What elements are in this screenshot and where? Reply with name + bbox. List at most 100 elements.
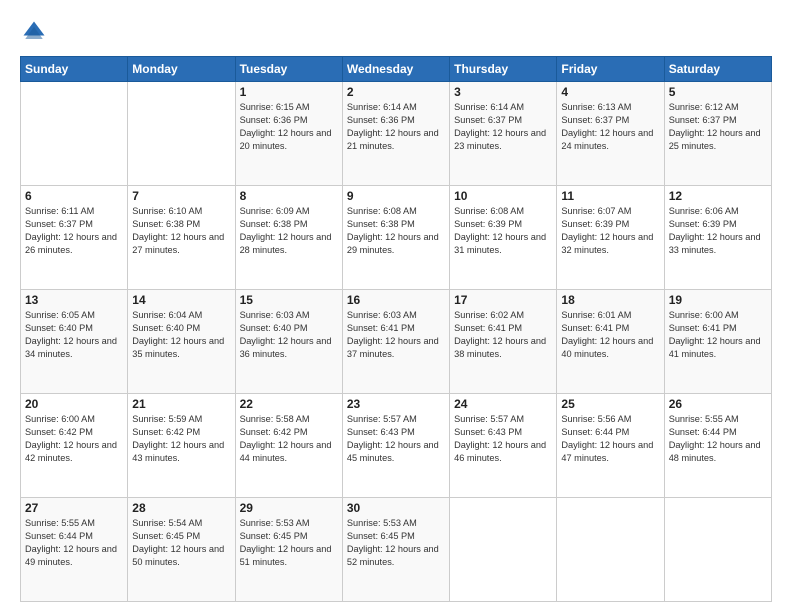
day-number: 1 — [240, 85, 338, 99]
day-number: 24 — [454, 397, 552, 411]
calendar-cell: 13 Sunrise: 6:05 AMSunset: 6:40 PMDaylig… — [21, 290, 128, 394]
day-info: Sunrise: 6:03 AMSunset: 6:41 PMDaylight:… — [347, 310, 439, 359]
day-info: Sunrise: 5:59 AMSunset: 6:42 PMDaylight:… — [132, 414, 224, 463]
header — [20, 18, 772, 46]
day-info: Sunrise: 5:53 AMSunset: 6:45 PMDaylight:… — [240, 518, 332, 567]
day-info: Sunrise: 6:14 AMSunset: 6:37 PMDaylight:… — [454, 102, 546, 151]
calendar-cell: 4 Sunrise: 6:13 AMSunset: 6:37 PMDayligh… — [557, 82, 664, 186]
day-info: Sunrise: 6:08 AMSunset: 6:38 PMDaylight:… — [347, 206, 439, 255]
day-number: 5 — [669, 85, 767, 99]
day-info: Sunrise: 6:00 AMSunset: 6:42 PMDaylight:… — [25, 414, 117, 463]
calendar-cell: 22 Sunrise: 5:58 AMSunset: 6:42 PMDaylig… — [235, 394, 342, 498]
day-number: 26 — [669, 397, 767, 411]
day-number: 28 — [132, 501, 230, 515]
calendar-cell: 29 Sunrise: 5:53 AMSunset: 6:45 PMDaylig… — [235, 498, 342, 602]
calendar-cell: 20 Sunrise: 6:00 AMSunset: 6:42 PMDaylig… — [21, 394, 128, 498]
day-info: Sunrise: 6:14 AMSunset: 6:36 PMDaylight:… — [347, 102, 439, 151]
day-header-monday: Monday — [128, 57, 235, 82]
day-number: 27 — [25, 501, 123, 515]
day-number: 11 — [561, 189, 659, 203]
calendar-cell: 2 Sunrise: 6:14 AMSunset: 6:36 PMDayligh… — [342, 82, 449, 186]
logo-icon — [20, 18, 48, 46]
calendar-cell: 3 Sunrise: 6:14 AMSunset: 6:37 PMDayligh… — [450, 82, 557, 186]
calendar-cell: 28 Sunrise: 5:54 AMSunset: 6:45 PMDaylig… — [128, 498, 235, 602]
day-number: 14 — [132, 293, 230, 307]
calendar-cell: 15 Sunrise: 6:03 AMSunset: 6:40 PMDaylig… — [235, 290, 342, 394]
day-number: 22 — [240, 397, 338, 411]
calendar-cell: 6 Sunrise: 6:11 AMSunset: 6:37 PMDayligh… — [21, 186, 128, 290]
day-info: Sunrise: 6:08 AMSunset: 6:39 PMDaylight:… — [454, 206, 546, 255]
logo — [20, 18, 52, 46]
day-info: Sunrise: 6:01 AMSunset: 6:41 PMDaylight:… — [561, 310, 653, 359]
day-info: Sunrise: 5:55 AMSunset: 6:44 PMDaylight:… — [25, 518, 117, 567]
day-header-saturday: Saturday — [664, 57, 771, 82]
day-info: Sunrise: 6:11 AMSunset: 6:37 PMDaylight:… — [25, 206, 117, 255]
day-header-friday: Friday — [557, 57, 664, 82]
calendar-cell: 26 Sunrise: 5:55 AMSunset: 6:44 PMDaylig… — [664, 394, 771, 498]
day-number: 6 — [25, 189, 123, 203]
day-number: 23 — [347, 397, 445, 411]
day-info: Sunrise: 6:05 AMSunset: 6:40 PMDaylight:… — [25, 310, 117, 359]
day-info: Sunrise: 6:04 AMSunset: 6:40 PMDaylight:… — [132, 310, 224, 359]
day-number: 29 — [240, 501, 338, 515]
calendar-week-1: 1 Sunrise: 6:15 AMSunset: 6:36 PMDayligh… — [21, 82, 772, 186]
day-info: Sunrise: 6:03 AMSunset: 6:40 PMDaylight:… — [240, 310, 332, 359]
calendar-cell: 9 Sunrise: 6:08 AMSunset: 6:38 PMDayligh… — [342, 186, 449, 290]
calendar-cell: 14 Sunrise: 6:04 AMSunset: 6:40 PMDaylig… — [128, 290, 235, 394]
calendar-cell — [557, 498, 664, 602]
day-number: 9 — [347, 189, 445, 203]
calendar-cell: 27 Sunrise: 5:55 AMSunset: 6:44 PMDaylig… — [21, 498, 128, 602]
day-info: Sunrise: 5:56 AMSunset: 6:44 PMDaylight:… — [561, 414, 653, 463]
day-number: 3 — [454, 85, 552, 99]
calendar-cell: 19 Sunrise: 6:00 AMSunset: 6:41 PMDaylig… — [664, 290, 771, 394]
calendar-cell: 12 Sunrise: 6:06 AMSunset: 6:39 PMDaylig… — [664, 186, 771, 290]
calendar-cell: 17 Sunrise: 6:02 AMSunset: 6:41 PMDaylig… — [450, 290, 557, 394]
day-header-thursday: Thursday — [450, 57, 557, 82]
calendar-cell: 24 Sunrise: 5:57 AMSunset: 6:43 PMDaylig… — [450, 394, 557, 498]
calendar-week-5: 27 Sunrise: 5:55 AMSunset: 6:44 PMDaylig… — [21, 498, 772, 602]
calendar-cell — [450, 498, 557, 602]
day-number: 8 — [240, 189, 338, 203]
day-number: 19 — [669, 293, 767, 307]
calendar-cell: 11 Sunrise: 6:07 AMSunset: 6:39 PMDaylig… — [557, 186, 664, 290]
day-number: 15 — [240, 293, 338, 307]
calendar-cell: 5 Sunrise: 6:12 AMSunset: 6:37 PMDayligh… — [664, 82, 771, 186]
calendar-cell: 18 Sunrise: 6:01 AMSunset: 6:41 PMDaylig… — [557, 290, 664, 394]
calendar-week-3: 13 Sunrise: 6:05 AMSunset: 6:40 PMDaylig… — [21, 290, 772, 394]
calendar-cell: 23 Sunrise: 5:57 AMSunset: 6:43 PMDaylig… — [342, 394, 449, 498]
day-number: 13 — [25, 293, 123, 307]
calendar-cell: 16 Sunrise: 6:03 AMSunset: 6:41 PMDaylig… — [342, 290, 449, 394]
calendar-cell: 30 Sunrise: 5:53 AMSunset: 6:45 PMDaylig… — [342, 498, 449, 602]
day-info: Sunrise: 6:12 AMSunset: 6:37 PMDaylight:… — [669, 102, 761, 151]
day-number: 12 — [669, 189, 767, 203]
day-info: Sunrise: 5:58 AMSunset: 6:42 PMDaylight:… — [240, 414, 332, 463]
day-number: 4 — [561, 85, 659, 99]
day-info: Sunrise: 6:09 AMSunset: 6:38 PMDaylight:… — [240, 206, 332, 255]
day-number: 10 — [454, 189, 552, 203]
day-header-tuesday: Tuesday — [235, 57, 342, 82]
calendar-cell: 10 Sunrise: 6:08 AMSunset: 6:39 PMDaylig… — [450, 186, 557, 290]
day-info: Sunrise: 5:54 AMSunset: 6:45 PMDaylight:… — [132, 518, 224, 567]
day-number: 16 — [347, 293, 445, 307]
day-info: Sunrise: 6:10 AMSunset: 6:38 PMDaylight:… — [132, 206, 224, 255]
day-info: Sunrise: 6:06 AMSunset: 6:39 PMDaylight:… — [669, 206, 761, 255]
calendar-cell: 25 Sunrise: 5:56 AMSunset: 6:44 PMDaylig… — [557, 394, 664, 498]
calendar-cell — [664, 498, 771, 602]
day-number: 17 — [454, 293, 552, 307]
calendar-cell: 8 Sunrise: 6:09 AMSunset: 6:38 PMDayligh… — [235, 186, 342, 290]
day-number: 20 — [25, 397, 123, 411]
day-info: Sunrise: 6:13 AMSunset: 6:37 PMDaylight:… — [561, 102, 653, 151]
day-info: Sunrise: 5:57 AMSunset: 6:43 PMDaylight:… — [454, 414, 546, 463]
day-number: 7 — [132, 189, 230, 203]
day-info: Sunrise: 6:00 AMSunset: 6:41 PMDaylight:… — [669, 310, 761, 359]
calendar-week-2: 6 Sunrise: 6:11 AMSunset: 6:37 PMDayligh… — [21, 186, 772, 290]
calendar-table: SundayMondayTuesdayWednesdayThursdayFrid… — [20, 56, 772, 602]
calendar-cell: 21 Sunrise: 5:59 AMSunset: 6:42 PMDaylig… — [128, 394, 235, 498]
day-info: Sunrise: 6:07 AMSunset: 6:39 PMDaylight:… — [561, 206, 653, 255]
day-header-sunday: Sunday — [21, 57, 128, 82]
calendar-cell — [21, 82, 128, 186]
day-number: 30 — [347, 501, 445, 515]
calendar-header-row: SundayMondayTuesdayWednesdayThursdayFrid… — [21, 57, 772, 82]
calendar-cell: 7 Sunrise: 6:10 AMSunset: 6:38 PMDayligh… — [128, 186, 235, 290]
calendar-cell — [128, 82, 235, 186]
